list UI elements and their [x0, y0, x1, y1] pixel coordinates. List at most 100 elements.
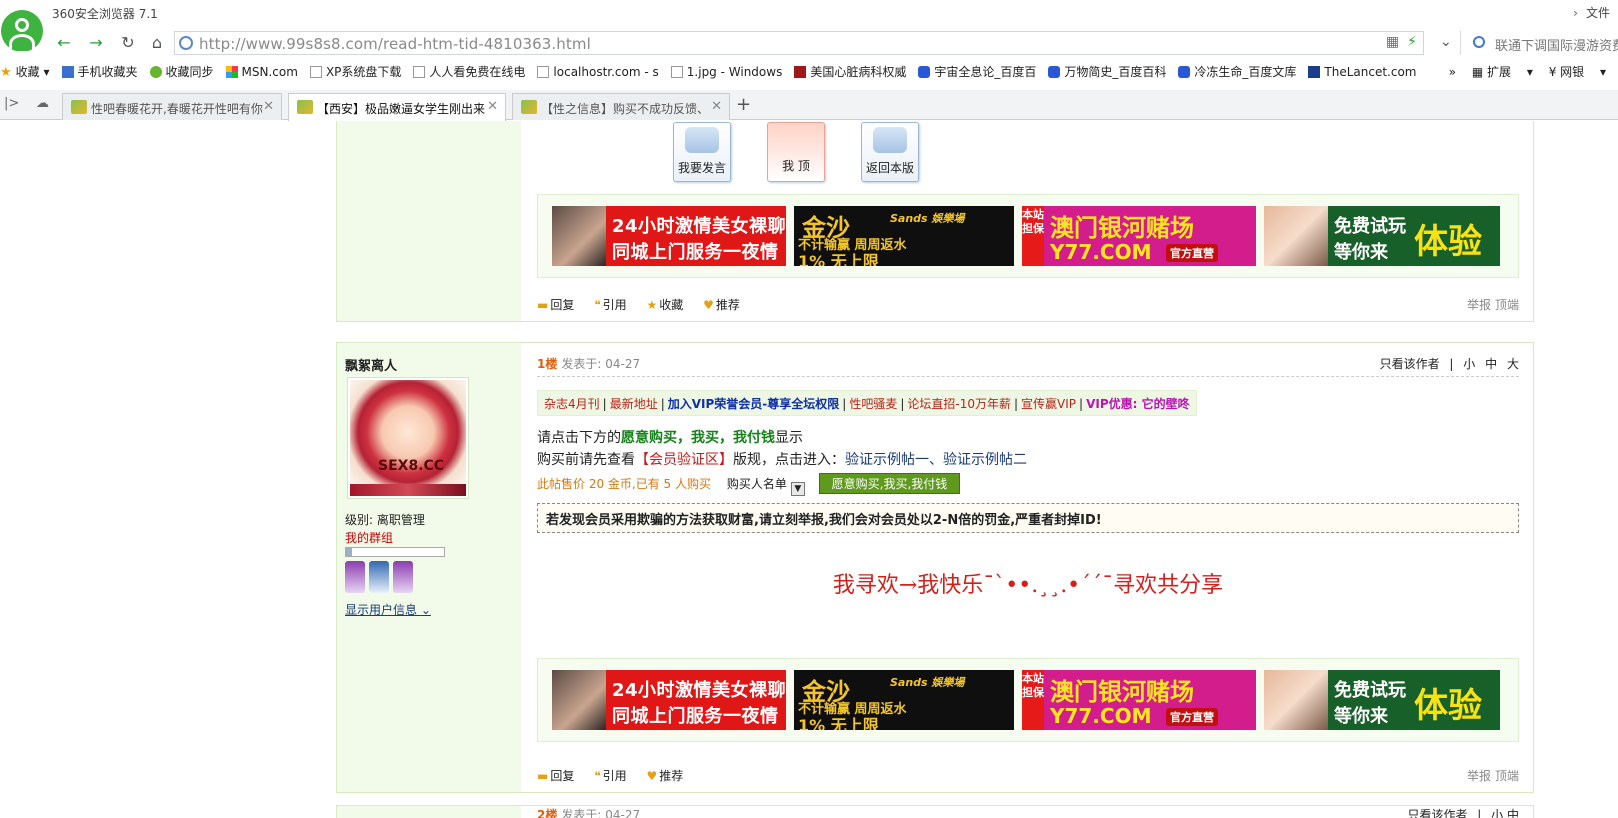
- bookmark-icon: [61, 66, 74, 78]
- medals: [345, 561, 417, 597]
- reload-button[interactable]: ↻: [117, 32, 139, 54]
- report-link[interactable]: 举报: [1467, 298, 1491, 312]
- notice-link[interactable]: VIP优惠: 它的壁咚: [1086, 397, 1190, 411]
- url-text[interactable]: http://www.99s8s8.com/read-htm-tid-48103…: [199, 35, 591, 53]
- ad-text: 1% 无上限: [798, 716, 879, 730]
- only-author-link[interactable]: 只看该作者: [1407, 808, 1467, 818]
- bookmark-icon: [537, 66, 550, 78]
- forward-button[interactable]: →: [85, 32, 107, 54]
- author-avatar[interactable]: SEX8.CC: [347, 377, 469, 499]
- bookmark-item[interactable]: 收藏同步: [149, 62, 214, 82]
- font-small[interactable]: 小: [1463, 357, 1475, 371]
- notice-link[interactable]: 加入VIP荣誉会员-尊享全坛权限: [668, 397, 840, 411]
- address-bar[interactable]: http://www.99s8s8.com/read-htm-tid-48103…: [174, 31, 1424, 55]
- bookmark-item[interactable]: 人人看免费在线电: [413, 62, 525, 82]
- report-link[interactable]: 举报: [1467, 769, 1491, 783]
- medal-icon[interactable]: [345, 561, 365, 593]
- post-previous: 我要发言 我 顶 返回本版 24小时激情美女裸聊 同城上门服务一夜情 金沙 Sand…: [336, 121, 1534, 322]
- sidebar-toggle-icon[interactable]: |>: [4, 96, 19, 111]
- chevron-down-icon: ▾: [39, 65, 50, 79]
- ad-photo: [1264, 206, 1328, 266]
- medal-icon[interactable]: [369, 561, 389, 593]
- reply-action[interactable]: ▬ 回复: [537, 767, 574, 784]
- site-icon: [71, 100, 87, 114]
- notice-link[interactable]: 杂志4月刊: [544, 397, 600, 411]
- ad-banner-trial[interactable]: 免费试玩 等你来 体验: [1264, 206, 1500, 266]
- back-to-top-link[interactable]: 顶端: [1495, 298, 1519, 312]
- show-user-info-link[interactable]: 显示用户信息 ⌄: [345, 601, 431, 618]
- user-group-link[interactable]: 我的群组: [345, 529, 393, 546]
- bookmark-item[interactable]: ★ 收藏 ▾: [0, 62, 50, 83]
- back-to-board-button[interactable]: 返回本版: [861, 122, 919, 182]
- bookmark-item[interactable]: TheLancet.com: [1308, 62, 1416, 82]
- bookmark-item[interactable]: 1.jpg - Windows: [670, 62, 782, 82]
- recommend-action[interactable]: ♥ 推荐: [647, 767, 684, 784]
- quote-action[interactable]: ❝ 引用: [594, 296, 626, 313]
- verification-area-link[interactable]: 【会员验证区】: [635, 452, 733, 468]
- recommend-action[interactable]: ♥ 推荐: [703, 296, 740, 313]
- medal-icon[interactable]: [393, 561, 413, 593]
- notice-link[interactable]: 宣传赢VIP: [1021, 397, 1076, 411]
- bank-button[interactable]: ¥ 网银 ▾: [1549, 65, 1606, 79]
- reply-action[interactable]: ▬ 回复: [537, 296, 574, 313]
- page-content: 我要发言 我 顶 返回本版 24小时激情美女裸聊 同城上门服务一夜情 金沙 Sand…: [0, 121, 1618, 818]
- ad-banner-trial[interactable]: 免费试玩 等你来 体验: [1264, 670, 1500, 730]
- bookmark-item[interactable]: XP系统盘下载: [309, 62, 401, 82]
- font-medium[interactable]: 中: [1485, 357, 1497, 371]
- bookmark-item[interactable]: localhostr.com - s: [537, 62, 659, 82]
- cloud-icon[interactable]: ☁: [36, 96, 49, 111]
- bookmark-item[interactable]: 冷冻生命_百度文库: [1178, 62, 1296, 82]
- avatar-logo-text: SEX8.CC: [378, 458, 445, 474]
- flag-icon: [873, 127, 907, 153]
- font-large[interactable]: 大: [1507, 357, 1519, 371]
- quote-action[interactable]: ❝ 引用: [594, 767, 626, 784]
- bookmark-item[interactable]: 美国心脏病科权威: [794, 62, 906, 82]
- tab-1[interactable]: 性吧春暖花开,春暖花开性吧有你 ✕: [62, 93, 282, 120]
- back-to-top-link[interactable]: 顶端: [1495, 769, 1519, 783]
- bookmarks-more-button[interactable]: »: [1449, 65, 1456, 79]
- home-button[interactable]: ⌂: [146, 32, 168, 54]
- ad-text: 澳门银河赌场: [1050, 214, 1194, 242]
- buyer-list-select[interactable]: 购买人名单 ▼: [727, 477, 805, 496]
- ad-banner-casino[interactable]: 本站担保 澳门银河赌场 Y77.COM 官方直营: [1022, 206, 1256, 266]
- close-icon[interactable]: ✕: [263, 99, 274, 114]
- notice-link[interactable]: 性吧骚麦: [849, 397, 897, 411]
- ad-banner-chat[interactable]: 24小时激情美女裸聊 同城上门服务一夜情: [552, 670, 786, 730]
- chevron-down-icon[interactable]: ⌄: [1440, 34, 1452, 50]
- favorite-action[interactable]: ★ 收藏: [647, 296, 684, 313]
- lightning-icon[interactable]: ⚡: [1407, 34, 1417, 50]
- user-avatar-icon[interactable]: [1, 10, 43, 52]
- upvote-button[interactable]: 我 顶: [767, 122, 825, 182]
- close-icon[interactable]: ✕: [487, 99, 498, 114]
- new-tab-button[interactable]: +: [736, 94, 751, 115]
- search-box[interactable]: 联通下调国际漫游资费: [1460, 31, 1618, 55]
- back-button[interactable]: ←: [53, 32, 75, 54]
- tab-3[interactable]: 【性之信息】购买不成功反馈、 ✕: [512, 93, 730, 120]
- example-post-links[interactable]: 验证示例帖一、验证示例帖二: [845, 452, 1027, 468]
- signature-slogan: 我寻欢→我快乐¯`••.¸¸.•´´¯寻欢共分享: [832, 573, 1224, 598]
- author-name[interactable]: 飘絮离人: [345, 355, 397, 374]
- ad-banner-casino[interactable]: 本站担保 澳门银河赌场 Y77.COM 官方直营: [1022, 670, 1256, 730]
- bookmark-item[interactable]: MSN.com: [225, 62, 298, 82]
- notice-link[interactable]: 论坛直招-10万年薪: [907, 397, 1011, 411]
- ad-banner-sands[interactable]: 金沙 Sands 娛樂場 不计输赢 周周返水 1% 无上限: [794, 206, 1014, 266]
- tab-2-active[interactable]: 【西安】极品嫩逼女学生刚出来 ✕: [288, 93, 506, 121]
- font-size-options[interactable]: 小 中: [1491, 808, 1519, 818]
- notice-link[interactable]: 最新地址: [610, 397, 658, 411]
- extension-button[interactable]: ▦ 扩展 ▾: [1472, 65, 1533, 79]
- only-author-link[interactable]: 只看该作者: [1380, 357, 1440, 371]
- file-menu[interactable]: › 文件: [1573, 4, 1610, 21]
- post-header-right: 只看该作者 | 小 中: [1401, 806, 1519, 818]
- buy-button[interactable]: 愿意购买,我买,我付钱: [818, 473, 961, 494]
- ad-banner-chat[interactable]: 24小时激情美女裸聊 同城上门服务一夜情: [552, 206, 786, 266]
- post-reply-button[interactable]: 我要发言: [673, 122, 731, 182]
- close-icon[interactable]: ✕: [711, 99, 722, 114]
- post-sidebar: 飘絮离人 SEX8.CC 级别: 离职管理 我的群组 显示用户信息 ⌄: [337, 343, 521, 792]
- bookmark-item[interactable]: 宇宙全息论_百度百: [918, 62, 1036, 82]
- ad-text: 同城上门服务一夜情: [612, 242, 779, 263]
- bookmark-item[interactable]: 万物简史_百度百科: [1048, 62, 1166, 82]
- ad-banner-sands[interactable]: 金沙 Sands 娛樂場 不计输赢 周周返水 1% 无上限: [794, 670, 1014, 730]
- bookmark-item[interactable]: 手机收藏夹: [61, 62, 138, 82]
- search-input[interactable]: 联通下调国际漫游资费: [1495, 35, 1618, 54]
- qr-code-icon[interactable]: ▦: [1386, 34, 1399, 50]
